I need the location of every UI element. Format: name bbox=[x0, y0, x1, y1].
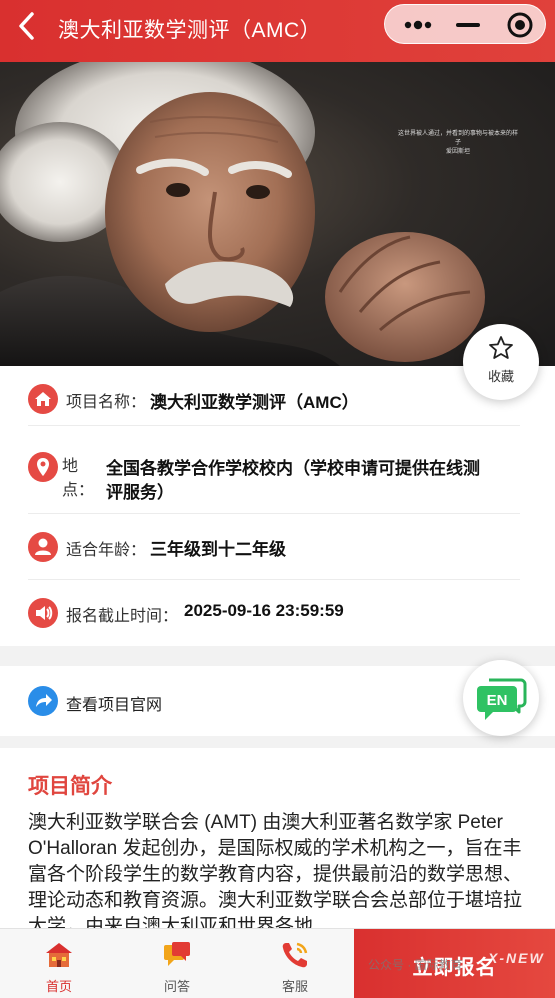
project-name-value: 澳大利亚数学测评（AMC） bbox=[150, 393, 359, 412]
more-button[interactable] bbox=[401, 9, 435, 41]
location-pin-icon bbox=[28, 452, 58, 482]
location-row: 地 点： 全国各教学合作学校校内（学校申请可提供在线测 评服务） bbox=[28, 426, 520, 514]
favorite-button[interactable]: 收藏 bbox=[463, 324, 539, 400]
watermark-logo: X-NEW bbox=[488, 950, 545, 966]
hero-image: 这世界被人通过，并看到的事物与被本来的样子 爱因斯坦 bbox=[0, 62, 555, 366]
speaker-icon bbox=[28, 598, 58, 628]
home-icon bbox=[28, 384, 58, 414]
close-button[interactable] bbox=[503, 9, 537, 41]
age-row: 适合年龄： 三年级到十二年级 bbox=[28, 514, 520, 580]
mini-program-capsule bbox=[384, 4, 546, 44]
project-name-label: 项目名称： bbox=[66, 394, 147, 411]
tab-home[interactable]: 首页 bbox=[0, 929, 118, 998]
close-target-icon bbox=[507, 12, 533, 38]
favorite-label: 收藏 bbox=[487, 369, 514, 384]
more-dots-icon bbox=[404, 20, 432, 30]
user-icon bbox=[28, 532, 58, 562]
age-label: 适合年龄： bbox=[66, 542, 147, 559]
deadline-row: 报名截止时间： 2025-09-16 23:59:59 bbox=[28, 580, 520, 646]
project-name-row: 项目名称： 澳大利亚数学测评（AMC） bbox=[28, 366, 520, 426]
app-header: 澳大利亚数学测评（AMC） bbox=[0, 0, 555, 62]
age-value: 三年级到十二年级 bbox=[150, 540, 286, 559]
language-toggle-button[interactable]: EN bbox=[463, 660, 539, 736]
page-title: 澳大利亚数学测评（AMC） bbox=[58, 19, 322, 42]
minimize-icon bbox=[456, 23, 480, 27]
tab-qa[interactable]: 问答 bbox=[118, 929, 236, 998]
bottom-tab-bar: 首页 问答 客服 立即报名 bbox=[0, 928, 555, 998]
portrait-illustration bbox=[0, 62, 485, 366]
location-value-line2: 评服务） bbox=[106, 483, 174, 502]
svg-text:EN: EN bbox=[487, 692, 508, 709]
intro-title: 项目简介 bbox=[28, 775, 112, 798]
minimize-button[interactable] bbox=[451, 9, 485, 41]
back-button[interactable] bbox=[14, 10, 42, 42]
tab-support[interactable]: 客服 bbox=[236, 929, 354, 998]
location-value-line1: 全国各教学合作学校校内（学校申请可提供在线测 bbox=[106, 459, 480, 478]
star-outline-icon bbox=[489, 336, 513, 359]
watermark-text: 公众号 · 国际教育 bbox=[368, 958, 463, 972]
house-icon bbox=[46, 943, 72, 967]
official-website-label: 查看项目官网 bbox=[66, 697, 163, 714]
tab-home-label: 首页 bbox=[45, 979, 72, 994]
location-label-line2: 点： bbox=[62, 482, 95, 499]
share-arrow-icon bbox=[28, 686, 58, 716]
deadline-label: 报名截止时间： bbox=[66, 608, 179, 625]
intro-section: 项目简介 澳大利亚数学联合会 (AMT) 由澳大利亚著名数学家 Peter O'… bbox=[0, 748, 555, 928]
hero-caption: 这世界被人通过，并看到的事物与被本来的样子 爱因斯坦 bbox=[398, 131, 519, 155]
location-label-line1: 地 bbox=[62, 458, 79, 475]
tab-qa-label: 问答 bbox=[163, 979, 190, 994]
project-info-card: 项目名称： 澳大利亚数学测评（AMC） 地 点： 全国各教学合作学校校内（学校申… bbox=[0, 366, 555, 646]
chat-icon bbox=[164, 942, 190, 966]
chat-bubble-icon: EN bbox=[477, 678, 527, 720]
phone-icon bbox=[282, 942, 308, 968]
tab-support-label: 客服 bbox=[281, 979, 308, 994]
chevron-left-icon bbox=[19, 12, 34, 40]
deadline-value: 2025-09-16 23:59:59 bbox=[184, 601, 344, 620]
intro-body: 澳大利亚数学联合会 (AMT) 由澳大利亚著名数学家 Peter O'Hallo… bbox=[28, 812, 523, 928]
